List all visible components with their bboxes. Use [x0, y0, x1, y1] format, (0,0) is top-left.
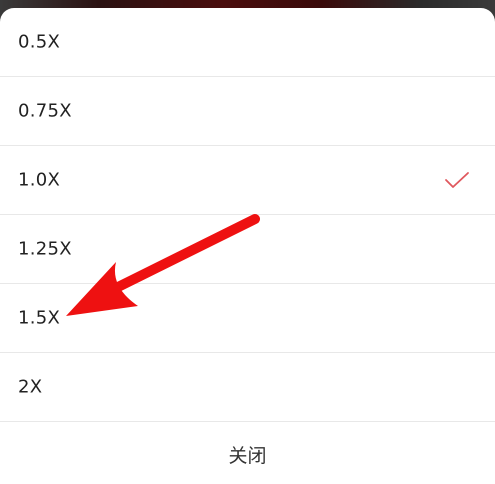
speed-option-label: 2X: [18, 376, 43, 398]
speed-option-label: 0.75X: [18, 100, 72, 122]
speed-option-label: 1.25X: [18, 238, 72, 260]
speed-option-label: 1.0X: [18, 169, 61, 191]
speed-option-label: 0.5X: [18, 31, 61, 53]
speed-option-1.5x[interactable]: 1.5X: [0, 284, 495, 353]
speed-option-2x[interactable]: 2X: [0, 353, 495, 422]
speed-option-1.0x[interactable]: 1.0X: [0, 146, 495, 215]
check-icon: [445, 172, 469, 188]
speed-option-0.75x[interactable]: 0.75X: [0, 77, 495, 146]
playback-speed-sheet: 0.5X 0.75X 1.0X 1.25X 1.5X 2X 关闭: [0, 8, 495, 484]
speed-option-1.25x[interactable]: 1.25X: [0, 215, 495, 284]
speed-option-label: 1.5X: [18, 307, 61, 329]
speed-option-0.5x[interactable]: 0.5X: [0, 8, 495, 77]
close-button[interactable]: 关闭: [0, 424, 495, 484]
speed-option-list: 0.5X 0.75X 1.0X 1.25X 1.5X 2X: [0, 8, 495, 422]
